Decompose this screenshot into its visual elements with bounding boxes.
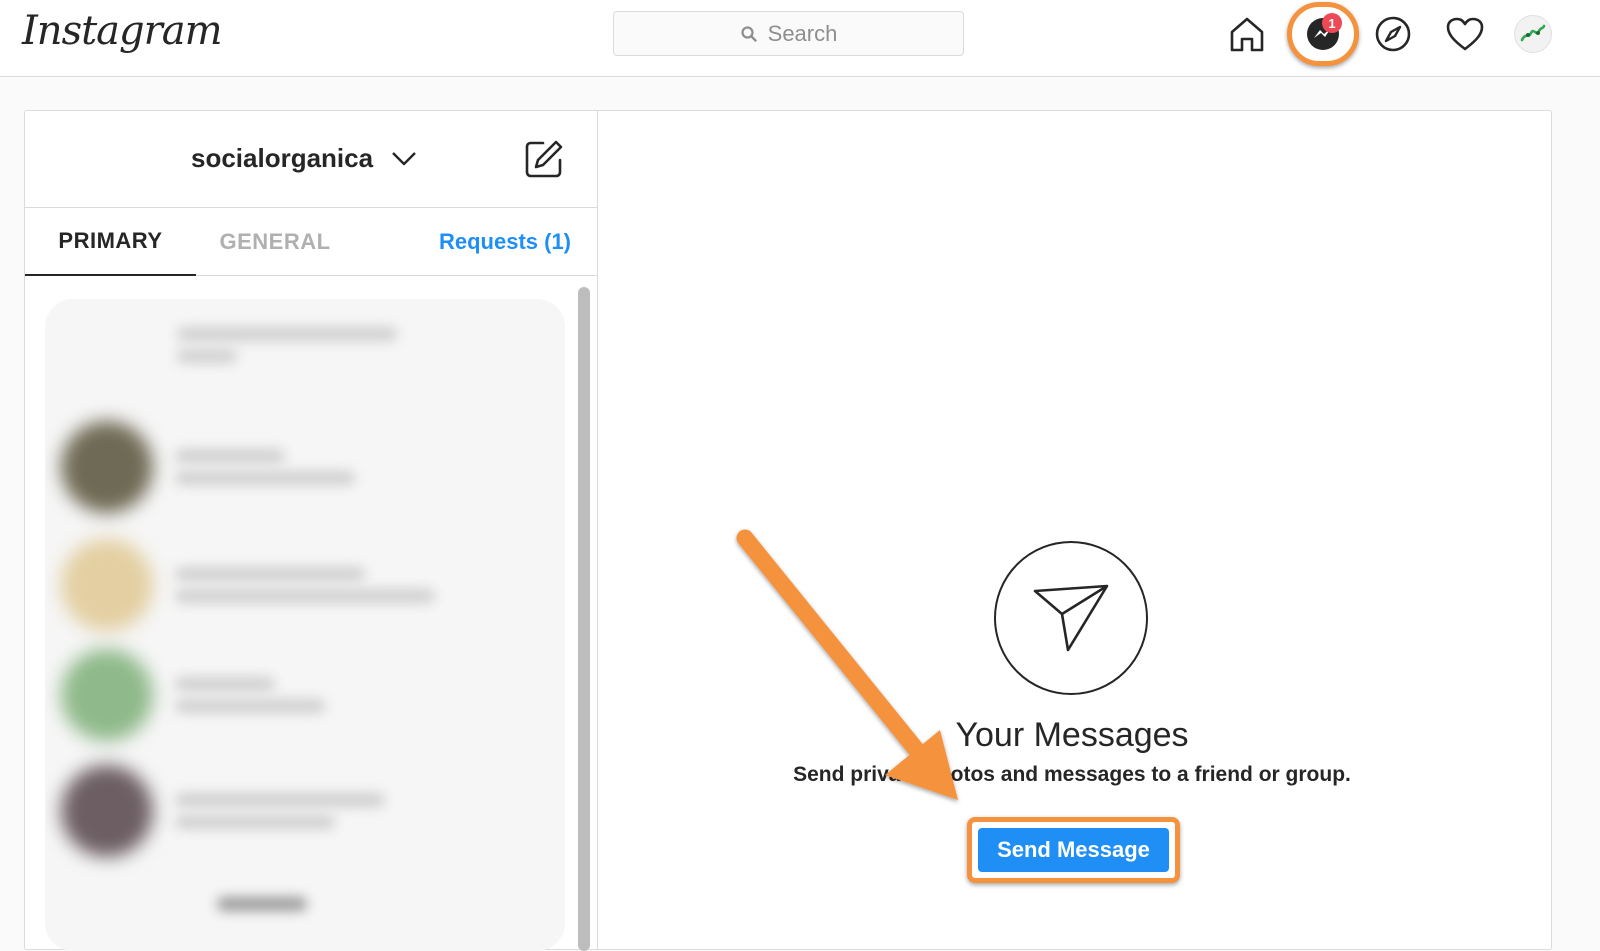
home-button[interactable] xyxy=(1225,12,1269,56)
empty-conversation-view: Your Messages Send private photos and me… xyxy=(599,111,1551,949)
paper-plane-icon xyxy=(1033,584,1109,652)
send-message-highlight: Send Message xyxy=(967,817,1180,883)
empty-state-subtitle: Send private photos and messages to a fr… xyxy=(793,763,1351,786)
profile-logo-icon xyxy=(1520,24,1546,42)
tab-requests[interactable]: Requests (1) xyxy=(425,208,585,276)
list-item[interactable] xyxy=(155,319,397,371)
home-icon xyxy=(1230,17,1264,52)
list-item[interactable] xyxy=(61,649,325,741)
direct-inbox-panel: socialorganica PRIMARY GENERAL Requests … xyxy=(24,110,1552,951)
tab-general[interactable]: GENERAL xyxy=(205,208,345,276)
direct-icon-circle xyxy=(994,541,1148,695)
messenger-button[interactable]: 1 xyxy=(1287,2,1359,66)
inbox-tabs: PRIMARY GENERAL Requests (1) xyxy=(25,208,598,276)
new-message-button[interactable] xyxy=(523,138,565,185)
top-navigation-bar: Instagram Search 1 xyxy=(0,0,1600,77)
activity-button[interactable] xyxy=(1443,12,1487,56)
send-message-button[interactable]: Send Message xyxy=(978,828,1169,872)
conversation-sidebar: socialorganica PRIMARY GENERAL Requests … xyxy=(25,111,598,951)
instagram-logo[interactable]: Instagram xyxy=(22,8,223,54)
avatar xyxy=(61,649,153,741)
list-item[interactable] xyxy=(195,889,307,919)
tab-primary[interactable]: PRIMARY xyxy=(25,208,196,276)
sidebar-header: socialorganica xyxy=(25,111,598,208)
avatar xyxy=(61,539,153,631)
explore-button[interactable] xyxy=(1371,12,1415,56)
empty-state-title: Your Messages xyxy=(955,716,1189,754)
heart-icon xyxy=(1446,17,1484,51)
list-item[interactable] xyxy=(61,765,385,857)
search-input[interactable]: Search xyxy=(613,11,964,56)
profile-avatar[interactable] xyxy=(1514,15,1552,53)
compass-icon xyxy=(1375,16,1411,52)
chevron-down-icon xyxy=(392,151,416,165)
conversation-scrollbar[interactable] xyxy=(578,287,590,951)
search-icon xyxy=(741,25,757,42)
conversation-list-blurred xyxy=(45,299,565,951)
account-switcher[interactable]: socialorganica xyxy=(191,143,417,174)
notification-badge: 1 xyxy=(1322,13,1342,33)
compose-icon xyxy=(525,140,563,178)
avatar xyxy=(61,421,153,513)
search-placeholder: Search xyxy=(767,20,838,46)
list-item[interactable] xyxy=(61,539,435,631)
avatar xyxy=(61,765,153,857)
list-item[interactable] xyxy=(61,421,355,513)
account-name: socialorganica xyxy=(191,143,374,173)
